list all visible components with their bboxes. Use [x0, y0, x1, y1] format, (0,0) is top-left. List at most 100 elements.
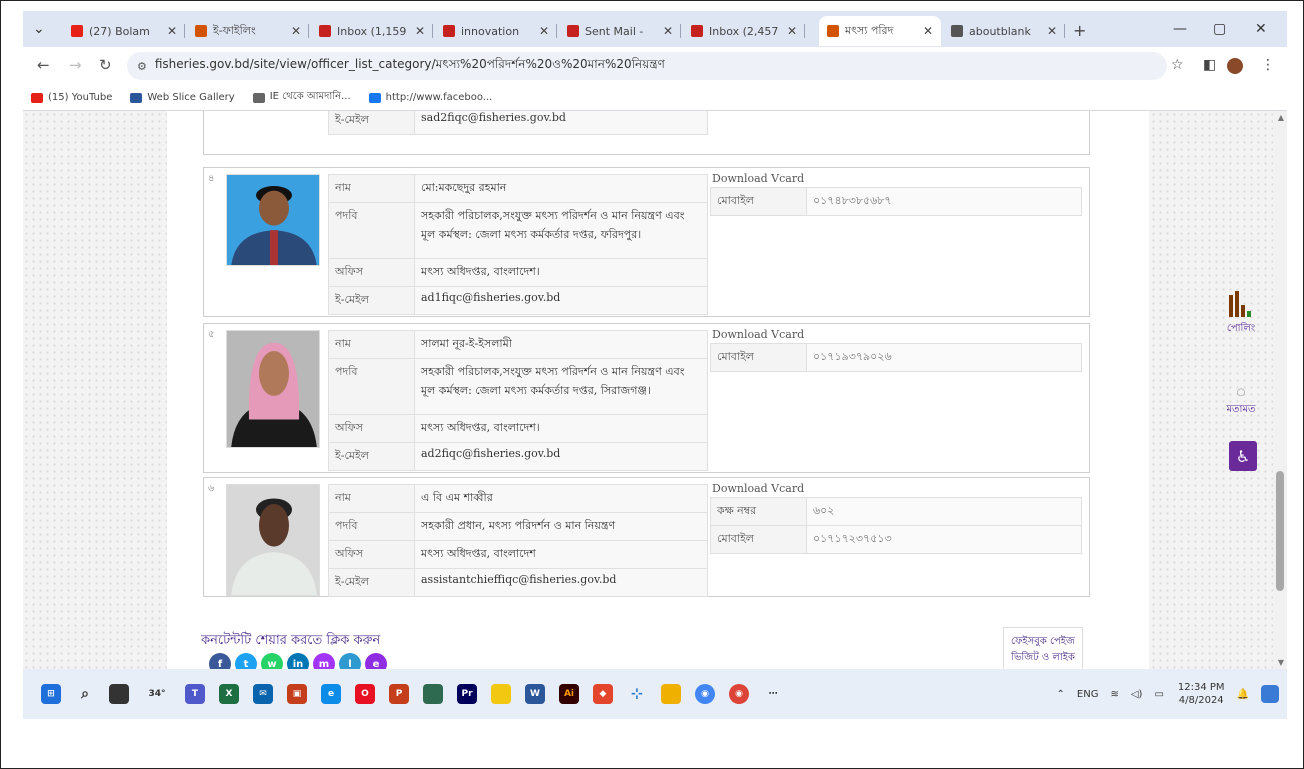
system-tray: ⌃ ENG ≋ ◁) ▭ 12:34 PM 4/8/2024 🔔 — [1045, 669, 1279, 719]
tab-close-icon[interactable]: ✕ — [291, 24, 301, 38]
tab-close-icon[interactable]: ✕ — [787, 24, 797, 38]
tab-separator — [184, 24, 185, 38]
illustrator-icon[interactable]: Ai — [559, 684, 579, 704]
windows-start-icon[interactable]: ⊞ — [41, 684, 61, 704]
scroll-up-icon[interactable]: ▲ — [1278, 113, 1284, 122]
address-bar[interactable]: ⚙ fisheries.gov.bd/site/view/officer_lis… — [127, 52, 1167, 80]
language-indicator[interactable]: ENG — [1077, 689, 1099, 700]
tab-close-icon[interactable]: ✕ — [539, 24, 549, 38]
site-info-icon[interactable]: ⚙ — [137, 60, 147, 73]
premiere-icon[interactable]: Pr — [457, 684, 477, 704]
bookmark-star-icon[interactable]: ☆ — [1171, 57, 1184, 73]
maximize-icon[interactable]: ▢ — [1213, 21, 1226, 37]
facebook-icon[interactable]: f — [209, 653, 231, 669]
info-key: পদবি — [328, 512, 415, 541]
chrome-icon[interactable]: ◉ — [695, 684, 715, 704]
bookmark-item[interactable]: http://www.faceboo... — [368, 92, 492, 103]
email-icon[interactable]: e — [365, 653, 387, 669]
info-value[interactable]: assistantchieffiqc@fisheries.gov.bd — [414, 568, 708, 597]
word-icon[interactable]: W — [525, 684, 545, 704]
task-view-icon[interactable] — [109, 684, 129, 704]
opera-icon[interactable]: O — [355, 684, 375, 704]
scrollbar[interactable]: ▲ ▼ — [1273, 111, 1287, 669]
search-icon[interactable]: ⌕ — [75, 684, 95, 704]
scroll-thumb[interactable] — [1276, 471, 1284, 591]
teams-icon[interactable]: T — [185, 684, 205, 704]
messenger-icon[interactable]: m — [313, 653, 335, 669]
powerpoint-icon[interactable]: P — [389, 684, 409, 704]
weather-icon[interactable]: 34° — [143, 684, 171, 704]
tab-close-icon[interactable]: ✕ — [1047, 24, 1057, 38]
reload-icon[interactable]: ↻ — [99, 56, 112, 74]
bookmark-item[interactable]: Web Slice Gallery — [130, 92, 235, 103]
new-tab-button[interactable]: + — [1073, 21, 1086, 40]
facebook-page-box[interactable]: ফেইসবুক পেইজ ভিজিট ও লাইক — [1003, 627, 1083, 669]
anydesk-icon[interactable]: ◆ — [593, 684, 613, 704]
forward-arrow-icon[interactable]: → — [69, 56, 82, 74]
minimize-icon[interactable]: — — [1173, 21, 1187, 37]
officer-photo — [226, 484, 320, 596]
gmail-icon — [443, 25, 455, 37]
download-vcard-link[interactable]: Download Vcard — [710, 170, 1082, 187]
file-explorer-icon[interactable] — [661, 684, 681, 704]
more-apps-icon[interactable]: ⋯ — [763, 684, 783, 704]
edge-icon[interactable]: e — [321, 684, 341, 704]
tab-4[interactable]: innovation ✕ — [435, 16, 557, 46]
notification-bell-icon[interactable]: 🔔 — [1237, 689, 1249, 700]
powerbi-icon[interactable] — [491, 684, 511, 704]
tab-close-icon[interactable]: ✕ — [923, 24, 933, 38]
linkedin-icon[interactable]: in — [287, 653, 309, 669]
close-window-icon[interactable]: ✕ — [1255, 21, 1267, 37]
info-value[interactable]: sad2fiqc@fisheries.gov.bd — [414, 111, 708, 135]
profile-avatar[interactable] — [1227, 58, 1243, 74]
tab-1[interactable]: (27) Bolam ✕ — [63, 16, 185, 46]
officer-info-table: নাম সালমা নূর-ই-ইসলামী পদবি সহকারী পরিচালক,… — [328, 330, 708, 471]
tab-close-icon[interactable]: ✕ — [167, 24, 177, 38]
tab-7[interactable]: মৎস্য পরিদ ✕ — [819, 16, 941, 46]
info-key: ই-মেইল — [328, 286, 415, 315]
poll-widget[interactable]: পোলিং — [1219, 291, 1263, 338]
chrome-profile-icon[interactable]: ◉ — [729, 684, 749, 704]
twitter-icon[interactable]: t — [235, 653, 257, 669]
excel-icon[interactable]: X — [219, 684, 239, 704]
volume-icon[interactable]: ◁) — [1131, 689, 1143, 700]
tab-5[interactable]: Sent Mail - ✕ — [559, 16, 681, 46]
sidepanel-icon[interactable]: ◧ — [1203, 57, 1216, 73]
info-row: পদবি সহকারী পরিচালক,সংযুক্ত মৎস্য পরিদর্শ… — [328, 202, 708, 259]
tab-close-icon[interactable]: ✕ — [663, 24, 673, 38]
info-value[interactable]: ad2fiqc@fisheries.gov.bd — [414, 442, 708, 471]
back-arrow-icon[interactable]: ← — [37, 56, 50, 74]
scroll-down-icon[interactable]: ▼ — [1278, 658, 1284, 667]
sticky-notes-icon[interactable] — [423, 684, 443, 704]
clock[interactable]: 12:34 PM 4/8/2024 — [1178, 681, 1225, 707]
tab-6[interactable]: Inbox (2,457 ✕ — [683, 16, 805, 46]
chevron-up-icon[interactable]: ⌃ — [1057, 689, 1065, 700]
bookmark-item[interactable]: (15) YouTube — [31, 92, 112, 103]
info-value[interactable]: ad1fiqc@fisheries.gov.bd — [414, 286, 708, 315]
copilot-icon[interactable] — [1261, 685, 1279, 703]
info-row: ই-মেইল sad2fiqc@fisheries.gov.bd — [328, 111, 708, 135]
info-row: নাম এ বি এম শাব্বীর — [328, 484, 708, 513]
photos-icon[interactable]: ▣ — [287, 684, 307, 704]
whatsapp-icon[interactable]: w — [261, 653, 283, 669]
battery-icon[interactable]: ▭ — [1154, 689, 1163, 700]
menu-kebab-icon[interactable]: ⋮ — [1261, 57, 1275, 73]
download-vcard-link[interactable]: Download Vcard — [710, 480, 1082, 497]
tab-3[interactable]: Inbox (1,159 ✕ — [311, 16, 433, 46]
wifi-icon[interactable]: ≋ — [1110, 689, 1118, 700]
mail-icon[interactable]: ✉ — [253, 684, 273, 704]
page-viewport: ই-মেইল sad2fiqc@fisheries.gov.bd ৪ নাম মো:মক… — [23, 111, 1287, 669]
vcard-row: মোবাইল ০১৭১৭২৩৭৫১৩ — [710, 525, 1082, 554]
network-app-icon[interactable]: ⊹ — [627, 684, 647, 704]
tab-search-icon[interactable]: ⌄ — [33, 21, 45, 37]
accessibility-icon[interactable]: ♿ — [1229, 441, 1257, 471]
comment-widget[interactable]: ○ মতামত — [1219, 387, 1263, 419]
tab-2[interactable]: ই-ফাইলিং ✕ — [187, 16, 309, 46]
bookmark-item[interactable]: IE থেকে আমদানি... — [252, 89, 351, 106]
tab-8[interactable]: aboutblank ✕ — [943, 16, 1065, 46]
clock-date: 4/8/2024 — [1178, 695, 1224, 706]
download-vcard-link[interactable]: Download Vcard — [710, 326, 1082, 343]
vcard-row: মোবাইল ০১৭১৯৩৭৯০২৬ — [710, 343, 1082, 372]
tab-close-icon[interactable]: ✕ — [415, 24, 425, 38]
link-icon[interactable]: l — [339, 653, 361, 669]
